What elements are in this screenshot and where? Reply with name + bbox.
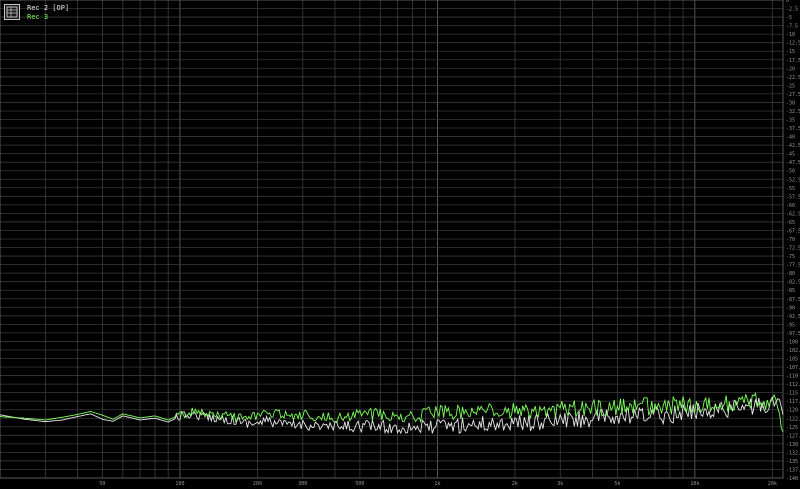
- y-tick-label: -52.5: [786, 177, 800, 183]
- y-tick-label: -85: [786, 288, 795, 294]
- y-tick-label: -132.5: [786, 450, 800, 456]
- y-tick-label: -112.5: [786, 382, 800, 388]
- y-tick-label: -105: [786, 357, 798, 363]
- spectrum-plot: 50 100 200 300 500 1k 2k 3k 5k 10k 20k 0 -2.5 -5 -7.5 -…: [0, 0, 800, 489]
- y-tick-label: -97.5: [786, 331, 800, 337]
- y-tick-label: -110: [786, 374, 798, 380]
- y-tick-label: -50: [786, 169, 795, 175]
- y-tick-label: -130: [786, 442, 798, 448]
- y-tick-label: -37.5: [786, 126, 800, 132]
- x-tick-label: 10k: [690, 481, 699, 487]
- x-tick-label: 5k: [614, 481, 620, 487]
- y-tick-label: -20: [786, 66, 795, 72]
- y-tick-label: -140: [786, 476, 798, 482]
- y-tick-label: -77.5: [786, 263, 800, 269]
- y-tick-label: -75: [786, 254, 795, 260]
- legend: Rec 2 [OP] Rec 3: [4, 4, 69, 22]
- y-tick-label: -80: [786, 271, 795, 277]
- grid-icon: [6, 6, 18, 18]
- y-tick-label: -82.5: [786, 280, 800, 286]
- y-tick-label: -15: [786, 49, 795, 55]
- y-tick-label: -90: [786, 305, 795, 311]
- y-tick-label: -72.5: [786, 246, 800, 252]
- y-tick-label: -17.5: [786, 58, 800, 64]
- y-tick-label: -100: [786, 339, 798, 345]
- y-tick-label: -87.5: [786, 297, 800, 303]
- x-tick-label: 20k: [768, 481, 777, 487]
- y-tick-label: -115: [786, 391, 798, 397]
- x-tick-label: 500: [355, 481, 364, 487]
- y-tick-label: -57.5: [786, 194, 800, 200]
- y-tick-label: -35: [786, 118, 795, 124]
- x-tick-label: 2k: [512, 481, 518, 487]
- y-tick-label: -102.5: [786, 348, 800, 354]
- y-tick-label: -25: [786, 83, 795, 89]
- y-tick-label: -2.5: [786, 7, 798, 13]
- y-tick-label: -47.5: [786, 160, 800, 166]
- y-tick-label: -22.5: [786, 75, 800, 81]
- y-tick-label: -55: [786, 186, 795, 192]
- y-tick-label: -7.5: [786, 24, 798, 30]
- y-tick-label: -92.5: [786, 314, 800, 320]
- y-tick-label: -10: [786, 32, 795, 38]
- y-tick-label: -65: [786, 220, 795, 226]
- x-tick-label: 1k: [434, 481, 440, 487]
- y-tick-label: -95: [786, 322, 795, 328]
- y-tick-label: -120: [786, 408, 798, 414]
- legend-toggle-icon[interactable]: [4, 4, 20, 20]
- y-tick-label: -32.5: [786, 109, 800, 115]
- y-tick-label: -30: [786, 100, 795, 106]
- legend-item-rec3: Rec 3: [27, 13, 49, 21]
- y-tick-label: -40: [786, 135, 795, 141]
- y-tick-label: -62.5: [786, 211, 800, 217]
- y-tick-label: -27.5: [786, 92, 800, 98]
- spectrum-analyzer-window: 50 100 200 300 500 1k 2k 3k 5k 10k 20k 0 -2.5 -5 -7.5 -…: [0, 0, 800, 489]
- y-tick-label: -67.5: [786, 228, 800, 234]
- y-tick-label: -137.5: [786, 467, 800, 473]
- y-tick-label: -60: [786, 203, 795, 209]
- x-tick-label: 50: [99, 481, 105, 487]
- y-tick-label: -5: [786, 15, 792, 21]
- y-tick-label: -122.5: [786, 416, 800, 422]
- y-tick-label: -107.5: [786, 365, 800, 371]
- y-tick-label: -42.5: [786, 143, 800, 149]
- x-tick-label: 100: [175, 481, 184, 487]
- y-tick-label: -45: [786, 152, 795, 158]
- y-tick-label: -127.5: [786, 433, 800, 439]
- y-tick-label: -117.5: [786, 399, 800, 405]
- y-tick-label: 0: [786, 0, 789, 4]
- legend-item-rec2: Rec 2 [OP]: [27, 4, 70, 12]
- x-tick-label: 3k: [557, 481, 563, 487]
- y-tick-label: -12.5: [786, 41, 800, 47]
- x-tick-label: 200: [253, 481, 262, 487]
- y-tick-label: -70: [786, 237, 795, 243]
- y-tick-label: -135: [786, 459, 798, 465]
- x-tick-label: 300: [298, 481, 307, 487]
- y-tick-label: -125: [786, 425, 798, 431]
